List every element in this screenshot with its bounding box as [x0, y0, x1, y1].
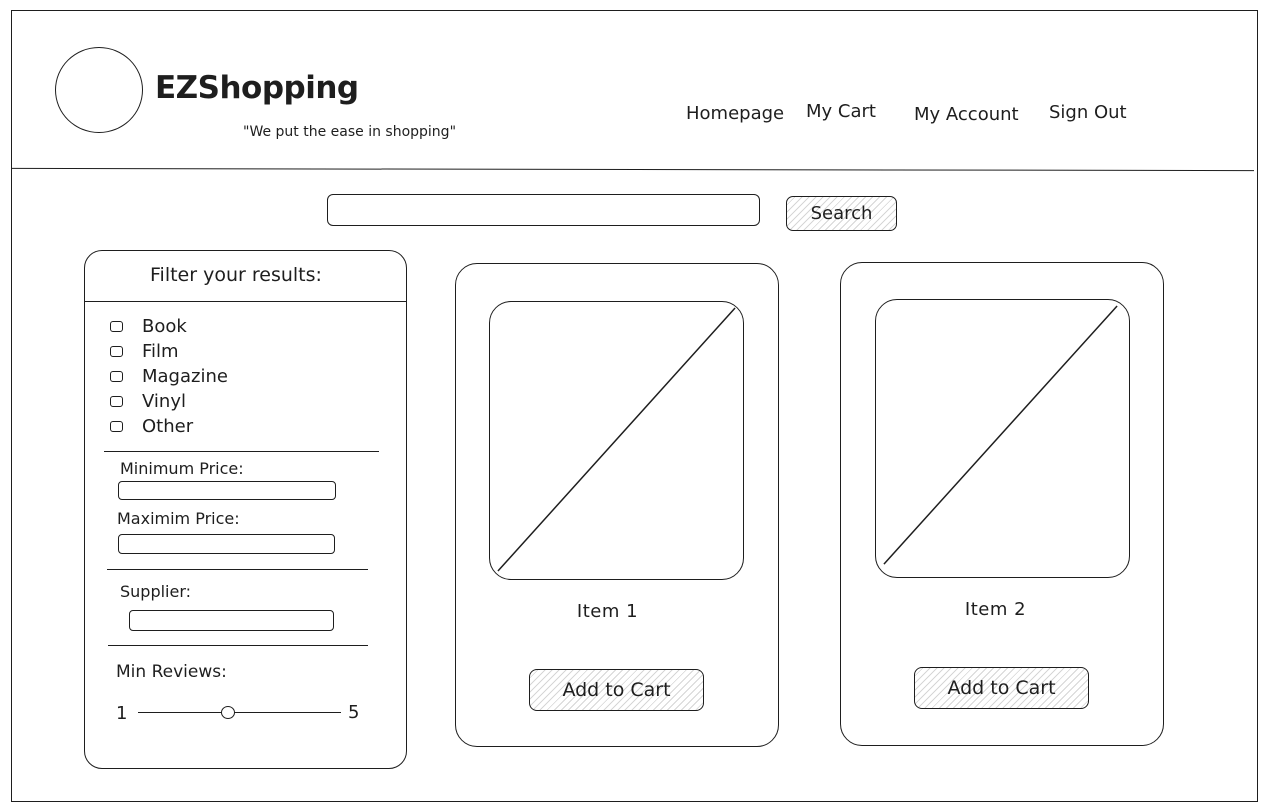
book-checkbox[interactable]	[110, 321, 123, 332]
filter-divider	[85, 301, 406, 302]
nav-my-cart[interactable]: My Cart	[806, 101, 876, 122]
other-checkbox[interactable]	[110, 421, 123, 432]
logo-placeholder[interactable]	[55, 47, 143, 133]
filter-divider	[104, 451, 379, 452]
nav-sign-out[interactable]: Sign Out	[1049, 102, 1127, 123]
filter-title: Filter your results:	[150, 264, 322, 286]
image-placeholder	[489, 301, 744, 580]
max-price-input[interactable]	[118, 534, 335, 554]
min-price-input[interactable]	[118, 481, 336, 500]
category-vinyl[interactable]: Vinyl	[110, 391, 186, 412]
filter-divider	[108, 645, 368, 646]
item-title-2: Item 2	[964, 599, 1027, 620]
category-label: Book	[142, 316, 187, 337]
category-book[interactable]: Book	[110, 316, 187, 337]
category-magazine[interactable]: Magazine	[110, 366, 228, 387]
image-placeholder	[875, 299, 1130, 578]
brand-name: EZShopping	[155, 70, 359, 106]
category-label: Vinyl	[142, 391, 186, 412]
category-film[interactable]: Film	[110, 341, 179, 362]
supplier-input[interactable]	[129, 610, 334, 631]
supplier-label: Supplier:	[120, 582, 192, 601]
item-title-1: Item 1	[576, 601, 639, 622]
search-button[interactable]: Search	[786, 196, 897, 231]
category-label: Other	[142, 416, 194, 437]
placeholder-cross	[497, 307, 736, 572]
reviews-slider-track[interactable]	[138, 712, 341, 713]
min-reviews-label: Min Reviews:	[116, 662, 227, 682]
vinyl-checkbox[interactable]	[110, 396, 123, 407]
magazine-checkbox[interactable]	[110, 371, 123, 382]
max-price-label: Maximim Price:	[117, 509, 240, 528]
search-input[interactable]	[327, 194, 760, 226]
placeholder-cross	[883, 305, 1118, 565]
reviews-slider-thumb[interactable]	[221, 706, 235, 719]
add-to-cart-button-2[interactable]: Add to Cart	[914, 667, 1089, 709]
nav-my-account[interactable]: My Account	[914, 104, 1019, 125]
filter-divider	[107, 569, 368, 570]
film-checkbox[interactable]	[110, 346, 123, 357]
category-label: Magazine	[142, 366, 228, 387]
reviews-min-label: 1	[116, 703, 128, 724]
add-to-cart-button-1[interactable]: Add to Cart	[529, 669, 704, 711]
reviews-max-label: 5	[348, 702, 360, 723]
brand-tagline: "We put the ease in shopping"	[243, 124, 457, 140]
category-label: Film	[142, 341, 179, 362]
nav-homepage[interactable]: Homepage	[686, 103, 784, 124]
min-price-label: Minimum Price:	[120, 459, 244, 478]
category-other[interactable]: Other	[110, 416, 193, 437]
